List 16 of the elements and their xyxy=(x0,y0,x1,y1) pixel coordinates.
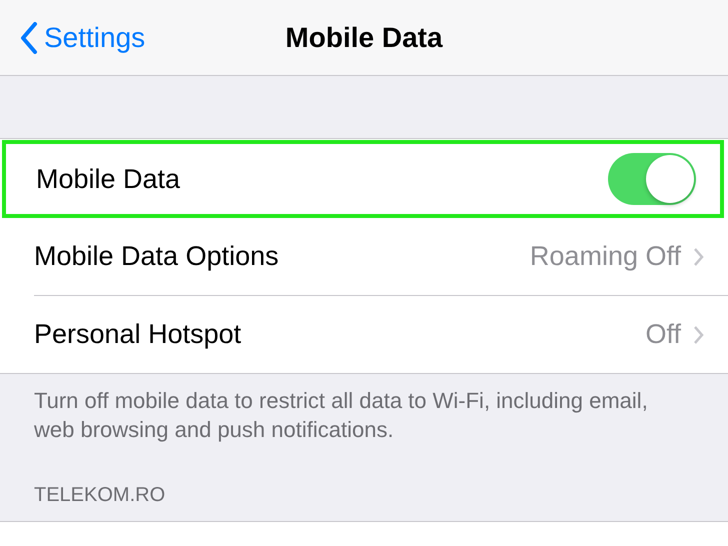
nav-title: Mobile Data xyxy=(285,22,443,54)
row-value: Off xyxy=(645,319,681,350)
toggle-switch[interactable] xyxy=(608,153,696,205)
chevron-left-icon xyxy=(20,22,38,54)
footer-text: Turn off mobile data to restrict all data to Wi-Fi, including email, web browsing and push notifications. xyxy=(34,387,649,444)
chevron-right-icon xyxy=(693,324,704,344)
highlighted-row[interactable]: Mobile Data xyxy=(2,140,724,218)
settings-row[interactable]: Mobile Data Options Roaming Off xyxy=(0,218,728,295)
section-header: TELEKOM.RO xyxy=(34,484,166,507)
row-label: Mobile Data Options xyxy=(34,241,280,272)
settings-row[interactable]: Personal Hotspot Off xyxy=(0,296,728,373)
row-label: Mobile Data xyxy=(36,164,182,194)
row-label: Personal Hotspot xyxy=(34,319,242,350)
back-button[interactable]: Settings xyxy=(0,22,286,54)
row-value: Roaming Off xyxy=(530,241,681,272)
chevron-right-icon xyxy=(693,246,704,266)
